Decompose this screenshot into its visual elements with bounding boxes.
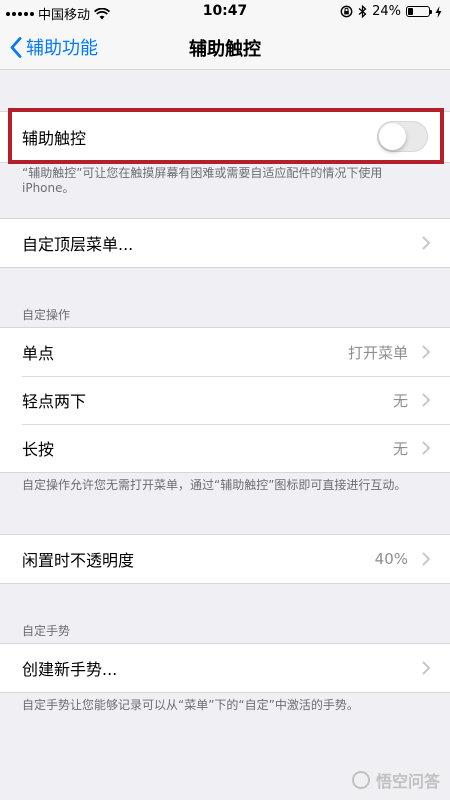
chevron-right-icon — [422, 661, 430, 675]
watermark: 悟空问答 — [351, 768, 440, 792]
bluetooth-icon — [358, 5, 367, 18]
assistive-touch-description: “辅助触控”可让您在触摸屏幕有困难或需要自适应配件的情况下使用 iPhone。 — [22, 166, 383, 195]
battery-percent: 24% — [372, 4, 401, 19]
action-label: 轻点两下 — [22, 392, 87, 411]
chevron-right-icon — [422, 345, 430, 359]
action-label: 长按 — [22, 440, 55, 459]
create-gesture-row[interactable]: 创建新手势... — [0, 644, 450, 692]
chevron-right-icon — [422, 393, 430, 407]
battery-icon — [406, 6, 432, 17]
charging-icon — [435, 5, 442, 18]
chevron-right-icon — [422, 552, 430, 566]
custom-actions-header: 自定操作 — [22, 308, 71, 322]
action-label: 单点 — [22, 344, 55, 363]
custom-top-menu-label: 自定顶层菜单... — [22, 235, 134, 254]
idle-opacity-label: 闲置时不透明度 — [22, 551, 135, 570]
page-title: 辅助触控 — [189, 39, 261, 60]
highlight-annotation — [8, 108, 444, 164]
custom-actions-footer: 自定操作允许您无需打开菜单，通过“辅助触控”图标即可直接进行互动。 — [22, 478, 407, 492]
action-row-single-tap[interactable]: 单点 打开菜单 — [0, 328, 450, 376]
lock-rotation-icon — [340, 5, 353, 18]
custom-actions-group: 单点 打开菜单 轻点两下 无 长按 无 — [0, 327, 450, 473]
status-bar: 中国移动 10:47 24% — [0, 0, 450, 24]
status-right: 24% — [340, 4, 442, 19]
idle-opacity-group: 闲置时不透明度 40% — [0, 534, 450, 584]
custom-gestures-group: 创建新手势... — [0, 643, 450, 693]
action-value: 无 — [392, 439, 408, 458]
create-gesture-label: 创建新手势... — [22, 660, 118, 679]
action-row-double-tap[interactable]: 轻点两下 无 — [0, 376, 450, 424]
watermark-logo-icon — [351, 771, 370, 789]
idle-opacity-value: 40% — [374, 550, 408, 568]
navigation-bar: 辅助功能 辅助触控 — [0, 24, 450, 70]
idle-opacity-row[interactable]: 闲置时不透明度 40% — [0, 535, 450, 583]
action-row-long-press[interactable]: 长按 无 — [0, 424, 450, 472]
watermark-text: 悟空问答 — [375, 772, 440, 791]
action-value: 打开菜单 — [347, 343, 408, 362]
battery-level-fill — [408, 8, 413, 15]
custom-top-menu-row[interactable]: 自定顶层菜单... — [0, 219, 450, 267]
chevron-right-icon — [422, 441, 430, 455]
chevron-right-icon — [422, 236, 430, 250]
custom-gestures-header: 自定手势 — [22, 624, 71, 638]
top-menu-group: 自定顶层菜单... — [0, 218, 450, 268]
action-value: 无 — [392, 391, 408, 410]
custom-gestures-footer: 自定手势让您能够记录可以从“菜单”下的“自定”中激活的手势。 — [22, 698, 359, 712]
